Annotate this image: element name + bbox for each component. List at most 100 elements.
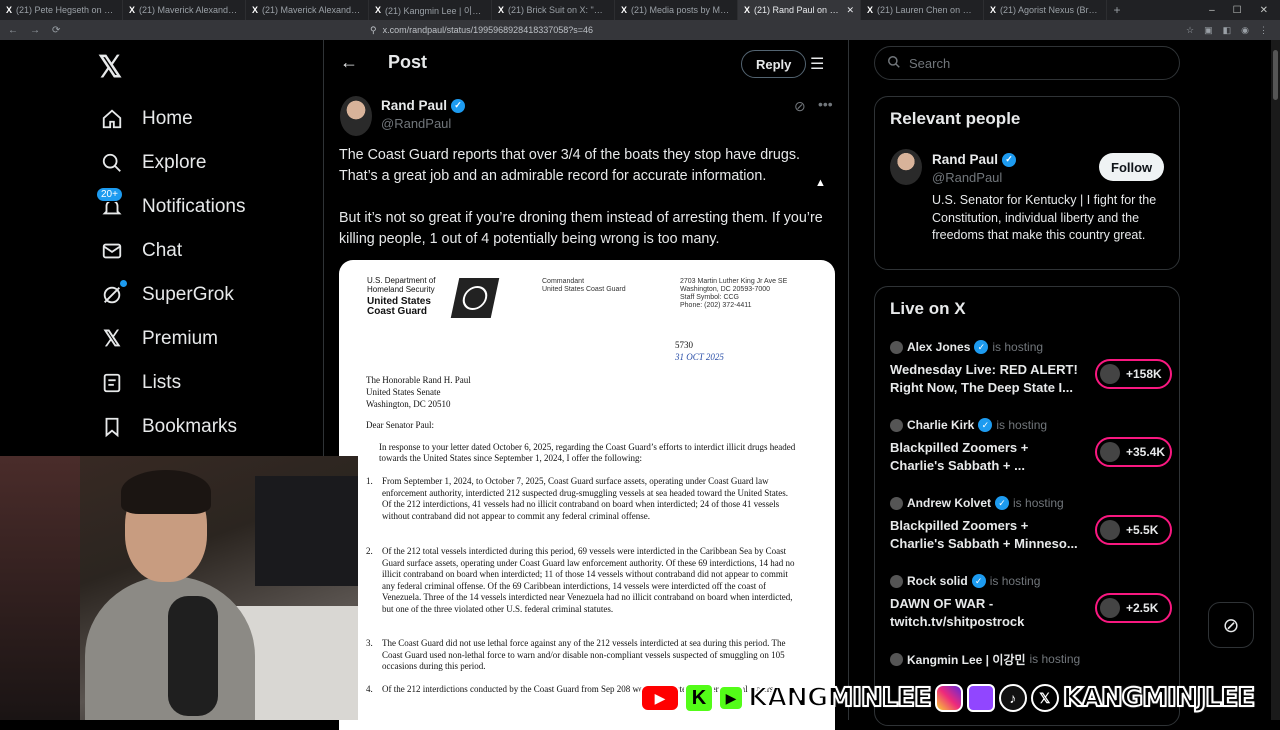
microphone [168,596,218,716]
more-options-icon[interactable]: ••• [818,96,833,112]
doc-item-num: 4. [366,684,373,694]
instagram-icon [934,684,963,712]
browser-tab-3[interactable]: X(21) Maverick Alexander on X: ""jttro [246,0,369,20]
back-arrow-icon[interactable]: ← [340,52,358,73]
browser-tab-active[interactable]: X(21) Rand Paul on X: "The Coast ✕ [738,0,861,20]
live-item[interactable]: Andrew Kolvet ✓ is hosting Blackpilled Zoo… [890,495,1172,565]
x-home-logo-icon[interactable]: 𝕏 [98,50,122,85]
x-logo-icon: X [375,5,382,15]
browser-tab-1[interactable]: X(21) Pete Hegseth on X: "For your Ch [0,0,123,20]
avatar [1100,598,1120,618]
reload-icon[interactable]: ⟳ [52,25,60,36]
close-tab-icon[interactable]: ✕ [846,5,854,16]
nav-label: Home [142,108,193,129]
browser-tab-9[interactable]: X(21) Agorist Nexus (Brandon) on X: " [984,0,1107,20]
x-logo-icon: X [498,5,505,15]
nav-home[interactable]: Home [100,97,193,141]
author-name[interactable]: Rand Paul ✓ [381,98,466,113]
extension-icon[interactable]: ◧ [1223,25,1232,36]
post-column: ← Post Reply ☰ Rand Paul ✓ @RandPaul ⊘ ••… [323,40,849,730]
nav-label: Premium [142,328,219,349]
tab-label: (21) Maverick Alexander on X: "@Pe [139,5,239,15]
doc-line: United States Coast Guard [542,286,626,293]
site-info-icon[interactable]: ⚲ [370,25,377,36]
avatar[interactable] [890,149,922,185]
search-icon [887,55,901,72]
author-avatar[interactable] [340,96,372,136]
avatar [890,652,903,666]
live-title: DAWN OF WAR - twitch.tv/shitpostrock [890,596,1025,629]
extension-icon[interactable]: ▣ [1204,25,1213,36]
listener-count: +2.5K [1095,593,1172,623]
tab-label: (21) Pete Hegseth on X: "For your Ch [16,5,116,15]
doc-dept-line: Homeland Security [367,285,435,294]
post-image-letter[interactable]: U.S. Department of Homeland Security Unit… [339,260,835,730]
verified-badge-icon: ✓ [1002,152,1017,167]
maximize-icon[interactable]: ☐ [1233,5,1242,16]
reply-button[interactable]: Reply [741,50,807,78]
nav-premium[interactable]: 𝕏 Premium [100,317,218,361]
doc-line: Washington, DC 20593-7000 [680,286,771,293]
grok-fab-icon[interactable]: ⊘ [1208,602,1254,648]
sliders-icon[interactable]: ☰ [810,54,824,74]
doc-line: 2703 Martin Luther King Jr Ave SE [680,278,788,285]
nav-lists[interactable]: Lists [100,361,181,405]
forward-icon[interactable]: → [30,25,40,36]
browser-tab-bar: X(21) Pete Hegseth on X: "For your Ch X(… [0,0,1280,20]
doc-item: 1. From September 1, 2024, to October 7, … [366,476,796,522]
close-window-icon[interactable]: ✕ [1260,5,1268,16]
follow-button[interactable]: Follow [1099,153,1165,181]
doc-uscg-line: Coast Guard [367,306,428,317]
nav-bookmarks[interactable]: Bookmarks [100,405,237,449]
x-logo-icon: X [744,5,751,15]
avatar [890,574,903,588]
live-item[interactable]: Rock solid ✓ is hosting DAWN OF WAR - twit… [890,573,1172,643]
browser-tab-6[interactable]: X(21) Media posts by Maverick Alexan [615,0,738,20]
host-name: Andrew Kolvet [907,496,992,510]
doc-item: 2. Of the 212 total vessels interdicted d… [366,546,796,615]
host-status: is hosting [1029,652,1081,666]
nav-explore[interactable]: Explore [100,141,206,185]
avatar [1100,442,1120,462]
tab-label: (21) Agorist Nexus (Brandon) on X: " [1000,5,1100,15]
nav-notifications[interactable]: 20+ Notifications [96,185,246,229]
nav-supergrok[interactable]: SuperGrok [100,273,234,317]
webcam-shelf [0,456,80,720]
dhs-uscg-logo: U.S. Department of Homeland Security Unit… [367,276,500,320]
tab-label: (21) Media posts by Maverick Alexan [631,5,731,15]
menu-icon[interactable]: ⋮ [1259,25,1268,36]
listener-count: +35.4K [1095,437,1172,467]
avatar [890,496,903,510]
verified-badge-icon: ✓ [974,340,989,354]
url-text[interactable]: x.com/randpaul/status/199596892841833705… [383,25,593,35]
live-item[interactable]: Alex Jones ✓ is hosting Wednesday Live: RE… [890,339,1172,409]
page-scrollbar[interactable] [1271,40,1280,720]
minimize-icon[interactable]: – [1209,5,1215,16]
listener-count: +158K [1095,359,1172,389]
doc-line: Staff Symbol: CCG [680,294,740,301]
back-icon[interactable]: ← [8,25,18,36]
x-logo-icon: X [621,5,628,15]
person-handle[interactable]: @RandPaul [932,170,1002,185]
bookmark-star-icon[interactable]: ☆ [1186,25,1194,36]
card-title: Live on X [890,299,966,318]
profile-icon[interactable]: ◉ [1241,25,1249,36]
nav-chat[interactable]: Chat [100,229,182,273]
new-tab-button[interactable]: + [1107,3,1127,17]
doc-line: The Honorable Rand H. Paul [366,375,471,385]
browser-tab-4[interactable]: X(21) Kangmin Lee | 이강민 on X: "Fre [369,0,492,20]
browser-tab-8[interactable]: X(21) Lauren Chen on X: "This is what [861,0,984,20]
live-item[interactable]: Charlie Kirk ✓ is hosting Blackpilled Zoom… [890,417,1172,487]
browser-tab-2[interactable]: X(21) Maverick Alexander on X: "@Pe [123,0,246,20]
search-input[interactable] [909,55,1149,71]
doc-item-text: Of the 212 total vessels interdicted dur… [382,546,795,614]
author-handle[interactable]: @RandPaul [381,116,451,131]
search-box[interactable] [874,46,1180,80]
person-name[interactable]: Rand Paul ✓ [932,152,1017,167]
list-icon [100,371,124,395]
grok-icon[interactable]: ⊘ [794,98,806,115]
verified-badge-icon: ✓ [978,418,993,432]
right-sidebar: Relevant people Rand Paul✓ @RandPaul Fol… [873,40,1183,726]
browser-tab-5[interactable]: X(21) Brick Suit on X: "FRANKLIN MEM [492,0,615,20]
scrollbar-thumb[interactable] [1273,50,1278,100]
